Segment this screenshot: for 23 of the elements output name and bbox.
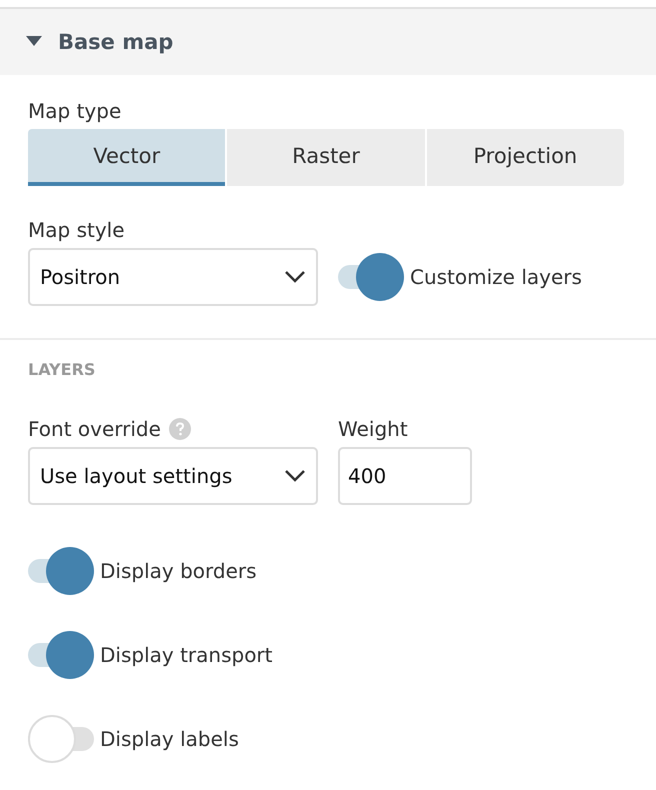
toggle-switch[interactable] xyxy=(28,547,94,595)
section-heading: LAYERS xyxy=(27,359,96,381)
field-label: Weight xyxy=(338,417,409,441)
weight-input[interactable]: 400 xyxy=(338,447,472,505)
toggle-label: Customize layers xyxy=(410,265,582,289)
field-label: Font override xyxy=(28,417,161,441)
chevron-down-icon xyxy=(284,469,306,483)
toggle-switch[interactable] xyxy=(28,715,94,763)
field-label: Map type xyxy=(28,99,122,123)
map-type-tab[interactable]: Projection xyxy=(426,129,624,186)
toggle-label: Display labels xyxy=(100,727,239,751)
toggle-switch[interactable] xyxy=(28,631,94,679)
toggle-label: Display transport xyxy=(100,643,272,667)
section-header[interactable]: Base map xyxy=(0,7,656,75)
field-label: Map style xyxy=(28,218,126,242)
toggle-label: Display borders xyxy=(100,559,257,583)
font-override-select[interactable]: Use layout settings xyxy=(28,447,318,505)
chevron-down-icon xyxy=(284,270,306,284)
map-type-tab[interactable]: Raster xyxy=(227,129,425,186)
map-style-select[interactable]: Positron xyxy=(28,248,318,306)
section-title: Base map xyxy=(58,30,174,54)
map-type-tab[interactable]: Vector xyxy=(28,129,226,186)
toggle-switch[interactable] xyxy=(338,253,404,301)
